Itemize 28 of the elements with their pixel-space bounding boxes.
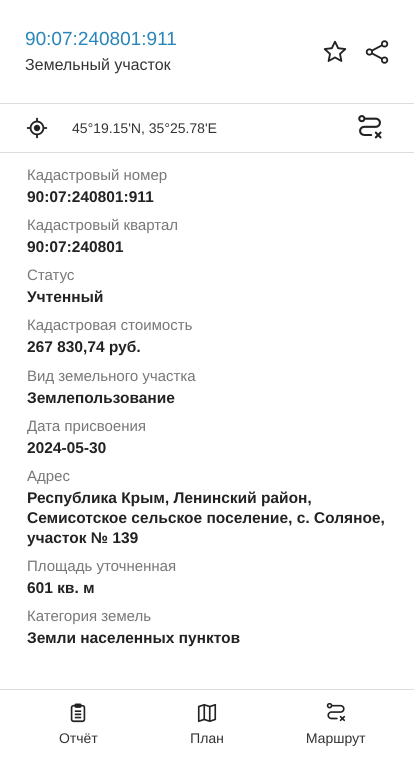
star-icon[interactable] xyxy=(322,38,348,64)
coordinates-text: 45°19.15'N, 35°25.78'E xyxy=(72,120,218,136)
object-type: Земельный участок xyxy=(25,56,172,74)
field-value: 2024-05-30 xyxy=(27,438,108,459)
field-value: 90:07:240801:911 xyxy=(27,188,155,208)
tab-bar-item[interactable]: План xyxy=(142,698,272,750)
field-label: Кадастровый квартал xyxy=(27,217,180,234)
cadastral-number-title: 90:07:240801:911 xyxy=(25,28,178,50)
field-value: 90:07:240801 xyxy=(27,238,125,258)
field-label: Вид земельного участка xyxy=(27,368,197,385)
field-label: Категория земель xyxy=(27,608,152,626)
field-value: Земли населенных пунктов xyxy=(27,629,242,650)
share-icon[interactable] xyxy=(364,38,390,64)
field-value: Республика Крым, Ленинский район, Семисотское сельское поселение, с. Соляное, участок № 139 xyxy=(27,488,386,550)
field-label: Кадастровая стоимость xyxy=(27,317,194,334)
field-value: 601 кв. м xyxy=(27,579,96,600)
field-value: Учтенный xyxy=(27,288,104,308)
field-value: 267 830,74 руб. xyxy=(27,338,142,358)
field-label: Статус xyxy=(27,267,76,284)
location-target-icon[interactable] xyxy=(26,117,48,139)
field-label: Кадастровый номер xyxy=(27,167,168,184)
field-label: Дата присвоения xyxy=(27,418,147,435)
field-value: Землепользование xyxy=(27,388,176,409)
tab-bar-item[interactable]: Отчёт xyxy=(14,698,143,750)
field-label: Адрес xyxy=(27,468,71,485)
map-icon xyxy=(195,702,219,724)
field-label: Площадь уточненная xyxy=(27,558,178,576)
tab-bar-item[interactable]: Маршрут xyxy=(271,698,400,750)
